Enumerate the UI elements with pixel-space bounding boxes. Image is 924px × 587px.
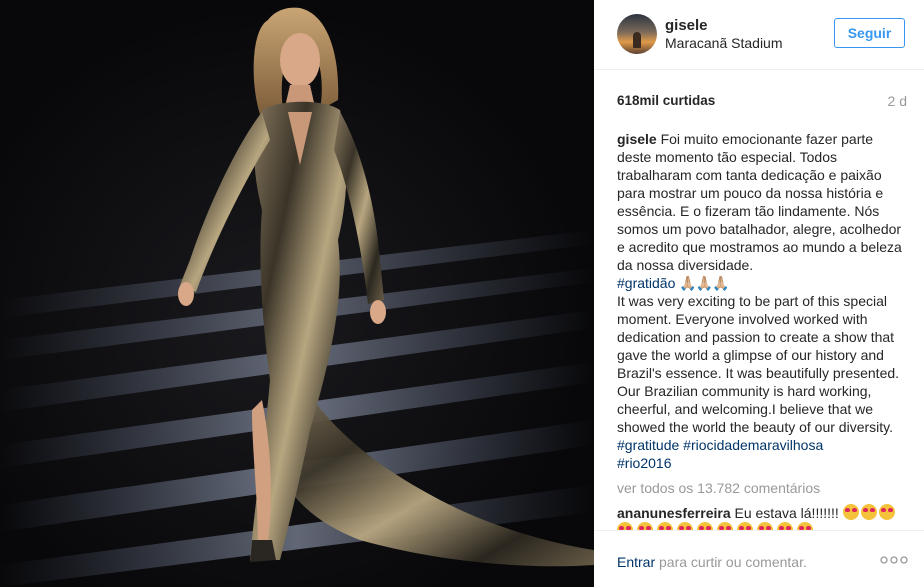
avatar[interactable] xyxy=(617,14,657,54)
caption-username[interactable]: gisele xyxy=(617,131,657,147)
heart-eyes-emoji-icon xyxy=(717,522,733,530)
login-link[interactable]: Entrar xyxy=(617,554,655,570)
heart-eyes-emoji-icon xyxy=(637,522,653,530)
comment-text: Eu estava lá!!!!!!! xyxy=(734,505,839,521)
heart-eyes-emoji-icon xyxy=(878,504,895,520)
post-sidebar: gisele Maracanã Stadium Seguir 618mil cu… xyxy=(594,0,924,587)
caption: gisele Foi muito emocionante fazer parte… xyxy=(617,130,909,472)
heart-eyes-emoji-icon xyxy=(617,522,633,530)
post-age[interactable]: 2 d xyxy=(888,93,907,109)
caption-text-en: It was very exciting to be part of this … xyxy=(617,293,900,435)
praying-hands-emoji-icon: 🙏🏼🙏🏼🙏🏼 xyxy=(679,275,729,291)
post-location[interactable]: Maracanã Stadium xyxy=(665,35,783,51)
heart-eyes-emoji-icon xyxy=(657,522,673,530)
likes-row: 618mil curtidas 2 d xyxy=(617,93,907,111)
heart-eyes-emoji-icon xyxy=(860,504,877,520)
view-all-comments-link[interactable]: ver todos os 13.782 comentários xyxy=(617,480,820,496)
heart-eyes-emoji-icon xyxy=(777,522,793,530)
caption-text-pt: Foi muito emocionante fazer parte deste … xyxy=(617,131,902,273)
follow-button[interactable]: Seguir xyxy=(834,18,905,48)
post-username[interactable]: gisele xyxy=(665,17,708,34)
hashtag-rio2016[interactable]: #rio2016 xyxy=(617,455,672,471)
heart-eyes-emoji-icon xyxy=(677,522,693,530)
comment-emoji-overflow xyxy=(617,522,909,530)
heart-eyes-emoji-icon xyxy=(697,522,713,530)
hashtag-riocidademaravilhosa[interactable]: #riocidademaravilhosa xyxy=(683,437,823,453)
comment-username[interactable]: ananunesferreira xyxy=(617,505,731,521)
post-footer: Entrar para curtir ou comentar. xyxy=(594,530,924,587)
post-header: gisele Maracanã Stadium Seguir xyxy=(594,0,924,70)
login-prompt: Entrar para curtir ou comentar. xyxy=(617,554,807,570)
heart-eyes-emoji-icon xyxy=(737,522,753,530)
post-photo[interactable] xyxy=(0,0,594,587)
hashtag-gratidao[interactable]: #gratidão xyxy=(617,275,675,291)
heart-eyes-emoji-icon xyxy=(842,504,859,520)
comment-item: ananunesferreira Eu estava lá!!!!!!! xyxy=(617,504,909,522)
hashtag-gratitude[interactable]: #gratitude xyxy=(617,437,679,453)
post-photo-illustration xyxy=(0,7,594,587)
heart-eyes-emoji-icon xyxy=(797,522,813,530)
more-options-icon[interactable] xyxy=(880,553,908,567)
login-prompt-text: para curtir ou comentar. xyxy=(659,554,807,570)
heart-eyes-emoji-icon xyxy=(757,522,773,530)
likes-count[interactable]: 618mil curtidas xyxy=(617,93,715,108)
